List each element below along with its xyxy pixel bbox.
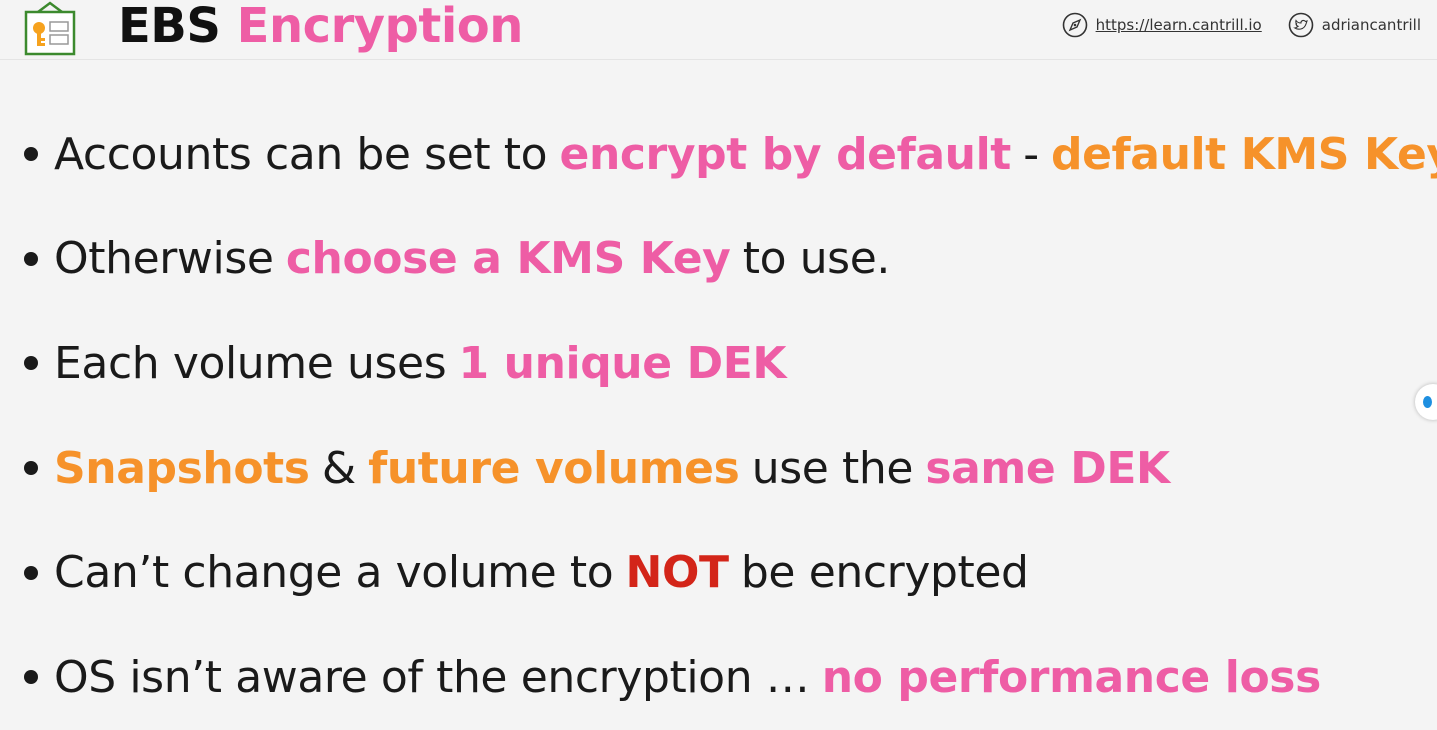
bullet-dot [24,356,38,371]
website-link[interactable]: https://learn.cantrill.io [1062,12,1262,38]
bullet-text: - [1023,128,1039,180]
bullet-text: be encrypted [740,547,1029,599]
twitter-link[interactable]: adriancantrill [1288,12,1421,38]
bullet-text: use the [751,442,914,494]
slide-header: EBS Encryption https://learn.cantrill.io… [0,0,1437,60]
title-word-ebs: EBS [118,0,221,54]
bullet-highlight-pink: encrypt by default [559,128,1012,180]
bullet-dot [24,147,38,162]
bullet-list: Accounts can be set to encrypt by default… [24,102,1437,730]
droplet-icon [1423,396,1432,408]
bullet-text: OS isn’t aware of the encryption … [54,651,810,703]
twitter-handle: adriancantrill [1321,16,1421,34]
bullet-item: Otherwise choose a KMS Key to use. [24,207,1437,312]
bullet-text: Otherwise [54,233,274,285]
bullet-highlight-pink: choose a KMS Key [285,233,731,285]
title-word-encryption: Encryption [236,0,524,54]
bullet-highlight-pink: same DEK [925,442,1170,494]
website-url[interactable]: https://learn.cantrill.io [1096,16,1262,34]
bullet-item: Accounts can be set to encrypt by default… [24,102,1437,207]
bullet-dot [24,565,38,580]
compass-icon [1062,12,1087,38]
bullet-text: Each volume uses [54,337,447,389]
bullet-dot [24,251,38,266]
bullet-highlight-orange: default KMS Key [1051,128,1437,180]
kms-key-icon [24,1,76,56]
bullet-highlight-orange: Snapshots [54,442,310,494]
bullet-dot [24,670,38,685]
header-links: https://learn.cantrill.io adriancantrill [1062,10,1421,40]
bullet-item: Each volume uses 1 unique DEK [24,311,1437,416]
bullet-highlight-orange: future volumes [368,442,740,494]
bullet-highlight-pink: no performance loss [821,651,1322,703]
bullet-text: to use. [742,233,891,285]
bullet-highlight-pink: 1 unique DEK [458,337,787,389]
bullet-text: & [321,442,356,494]
bullet-dot [24,461,38,476]
bullet-item: Can’t change a volume to NOT be encrypted [24,520,1437,625]
bullet-text: Accounts can be set to [54,128,548,180]
bullet-item: OS isn’t aware of the encryption … no per… [24,625,1437,730]
bullet-highlight-red: NOT [625,547,729,599]
bullet-item: Snapshots & future volumes use the same DEK [24,416,1437,521]
twitter-bird-icon [1288,12,1314,38]
slide-title: EBS Encryption [118,0,523,56]
bullet-text: Can’t change a volume to [54,547,614,599]
